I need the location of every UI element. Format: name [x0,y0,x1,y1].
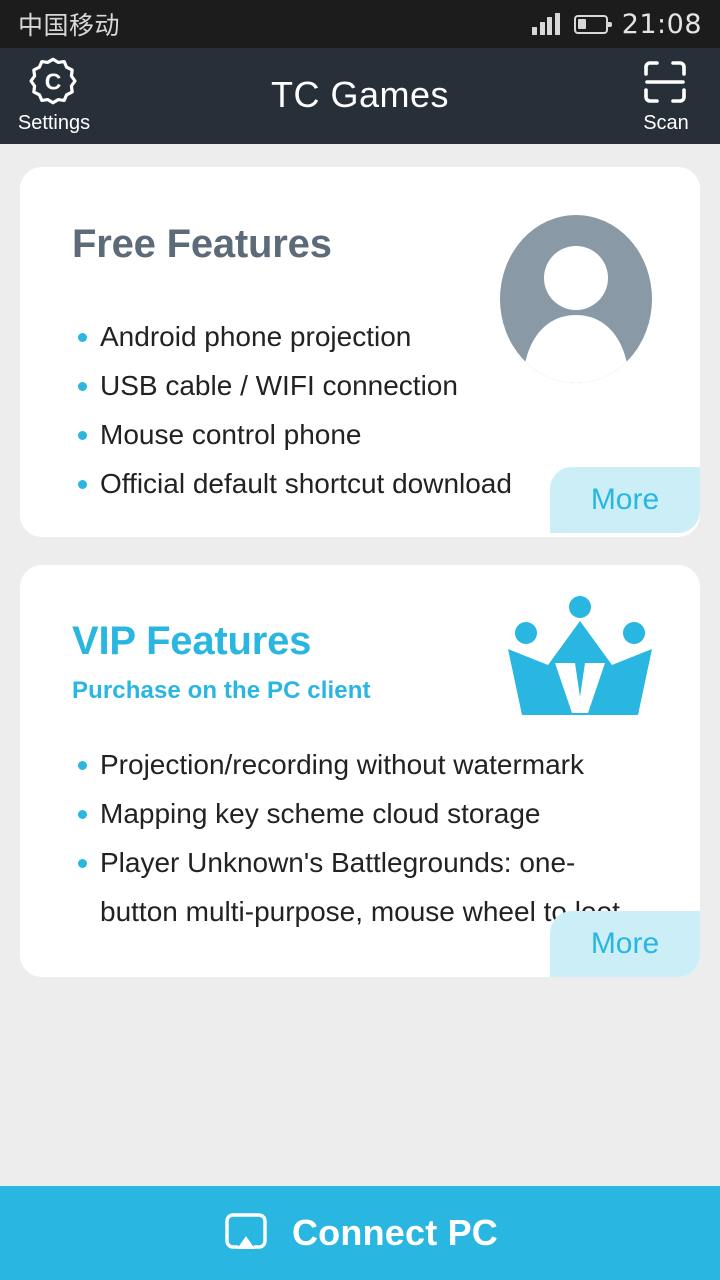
carrier-label: 中国移动 [18,11,121,40]
qr-scan-icon [639,56,693,110]
scan-label: Scan [643,112,689,134]
vip-more-label: More [590,927,660,960]
app-screen: 中国移动 21:08 C Settings TC Games Scan Free… [0,0,720,1280]
free-features-title: Free Features [72,222,332,266]
list-item: USB cable / WIFI connection [72,361,612,410]
vip-features-card: VIP Features Purchase on the PC client P… [20,565,700,977]
vip-crown-icon [500,593,660,723]
status-bar: 中国移动 21:08 [0,0,720,48]
list-item: Android phone projection [72,312,612,361]
app-header: C Settings TC Games Scan [0,48,720,144]
airplay-cast-icon [222,1209,270,1258]
status-bar-right: 21:08 [532,9,702,40]
connect-pc-label: Connect PC [291,1212,498,1253]
vip-more-button[interactable]: More [550,911,700,977]
free-more-button[interactable]: More [550,467,700,533]
free-features-card: Free Features Android phone projection U… [20,167,700,537]
list-item: Projection/recording without watermark [72,740,652,789]
vip-features-subtitle: Purchase on the PC client [72,677,371,704]
vip-features-list: Projection/recording without watermark M… [72,740,652,936]
list-item: Mouse control phone [72,410,612,459]
battery-low-icon [573,14,612,34]
free-more-label: More [590,483,660,516]
scan-button[interactable]: Scan [612,56,720,134]
list-item: Mapping key scheme cloud storage [72,789,652,838]
free-features-list: Android phone projection USB cable / WIF… [72,312,612,508]
clock-label: 21:08 [621,8,702,40]
vip-features-title: VIP Features [72,619,312,663]
signal-bars-icon [532,13,560,35]
connect-pc-button[interactable]: Connect PC [0,1186,720,1280]
list-item: Official default shortcut download [72,459,612,508]
